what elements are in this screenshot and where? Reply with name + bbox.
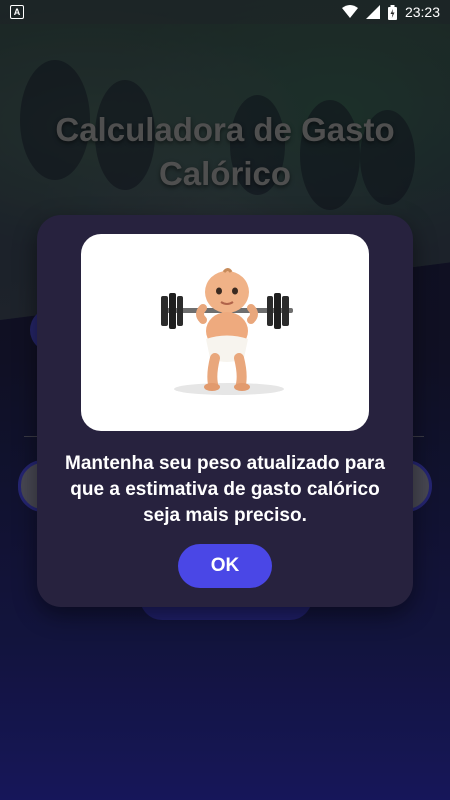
dialog-message: Mantenha seu peso atualizado para que a … — [65, 453, 385, 526]
status-bar: A 23:23 — [0, 0, 450, 24]
battery-icon — [387, 4, 397, 20]
status-time: 23:23 — [404, 4, 440, 20]
signal-icon — [365, 5, 380, 19]
weight-reminder-dialog: Mantenha seu peso atualizado para que a … — [37, 215, 413, 607]
ok-button[interactable]: OK — [178, 544, 272, 588]
baby-weightlifter-illustration — [81, 234, 369, 431]
notification-icon: A — [10, 5, 24, 19]
wifi-icon — [341, 5, 358, 18]
